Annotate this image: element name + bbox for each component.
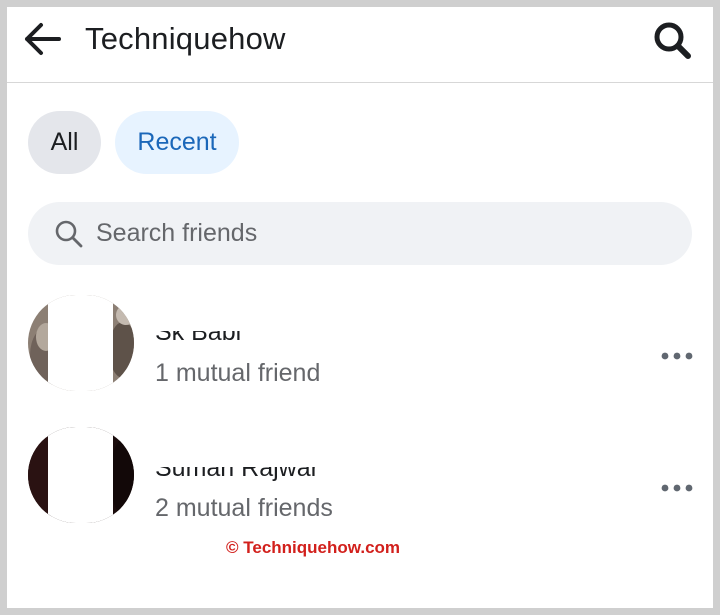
friend-avatar[interactable] bbox=[28, 295, 134, 391]
avatar-blur-mask bbox=[48, 295, 113, 391]
watermark-text: © Techniquehow.com bbox=[226, 538, 401, 557]
back-button[interactable] bbox=[21, 21, 63, 57]
more-options-button[interactable] bbox=[659, 346, 695, 366]
arrow-left-icon bbox=[25, 23, 61, 55]
avatar-blur-mask bbox=[48, 427, 113, 523]
friends-screen: Techniquehow All Recent Search friends S… bbox=[7, 7, 713, 608]
page-title: Techniquehow bbox=[85, 21, 286, 56]
friend-name-text: Suman Rajwar bbox=[155, 467, 319, 482]
more-options-button[interactable] bbox=[659, 478, 695, 498]
mutual-friends-count: 2 mutual friends bbox=[155, 494, 333, 522]
friend-row[interactable]: Suman Rajwar 2 mutual friends bbox=[7, 427, 713, 537]
friend-name[interactable]: Suman Rajwar bbox=[155, 467, 319, 485]
friend-name-text: Sk Babi bbox=[155, 331, 242, 346]
header-search-button[interactable] bbox=[653, 21, 693, 59]
friend-row[interactable]: Sk Babi 1 mutual friend bbox=[7, 293, 713, 403]
filter-chip-recent[interactable]: Recent bbox=[115, 111, 239, 174]
more-horizontal-icon bbox=[661, 484, 693, 492]
search-friends-input[interactable] bbox=[96, 219, 636, 248]
search-friends-bar[interactable] bbox=[28, 202, 692, 265]
mutual-friends-count: 1 mutual friend bbox=[155, 359, 321, 387]
filter-chip-all[interactable]: All bbox=[28, 111, 101, 174]
friend-avatar[interactable] bbox=[28, 427, 134, 523]
friend-name[interactable]: Sk Babi bbox=[155, 331, 241, 349]
search-icon bbox=[55, 220, 83, 247]
search-icon bbox=[654, 22, 691, 59]
more-horizontal-icon bbox=[661, 352, 693, 360]
top-bar: Techniquehow bbox=[7, 7, 713, 83]
